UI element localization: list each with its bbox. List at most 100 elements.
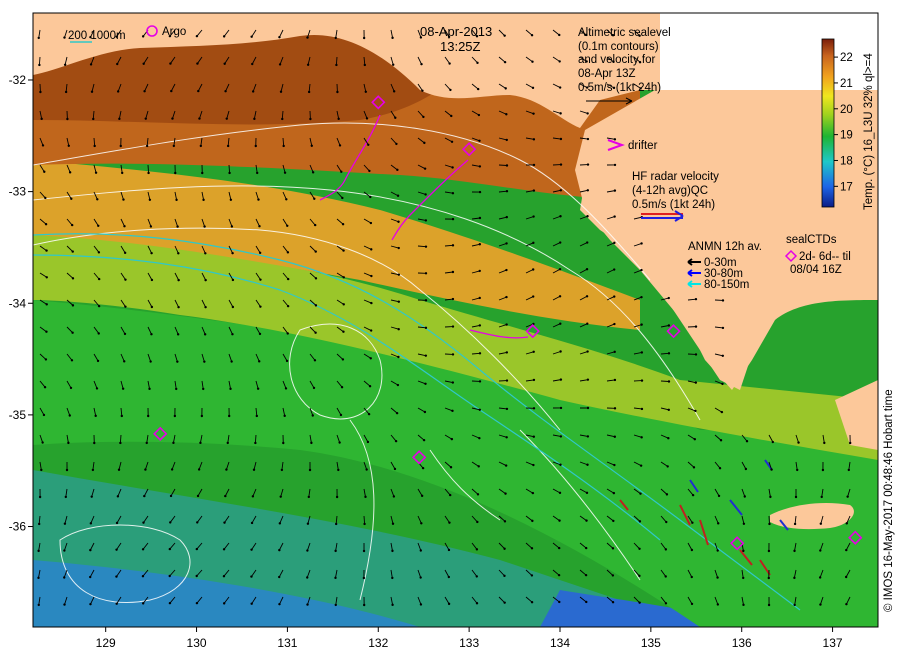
velocity-arrow-head [845, 549, 847, 551]
velocity-arrow-head [558, 60, 560, 62]
velocity-arrow-head [68, 145, 70, 147]
velocity-arrow-head [278, 603, 280, 605]
velocity-arrow-head [45, 249, 47, 251]
velocity-arrow-head [424, 383, 426, 385]
x-tick-label: 134 [550, 636, 570, 650]
velocity-arrow-head [452, 271, 454, 273]
velocity-arrow-head [797, 441, 799, 443]
velocity-arrow-head [558, 34, 560, 36]
velocity-arrow-head [228, 415, 230, 417]
velocity-arrow-head [285, 198, 287, 200]
velocity-arrow-head [284, 172, 286, 174]
velocity-arrow-head [560, 163, 562, 165]
velocity-arrow-head [533, 189, 535, 191]
velocity-arrow-head [124, 252, 126, 254]
velocity-arrow-head [396, 169, 398, 171]
velocity-arrow-head [768, 604, 770, 606]
velocity-arrow-head [253, 469, 255, 471]
velocity-arrow-head [722, 299, 724, 301]
velocity-arrow-head [175, 199, 177, 201]
velocity-arrow-head [793, 550, 795, 552]
velocity-arrow-head [559, 323, 561, 325]
sealctd-line3: 08/04 16Z [790, 264, 842, 276]
velocity-arrow-head [314, 359, 316, 361]
velocity-arrow-head [479, 352, 481, 354]
velocity-arrow-head [717, 549, 719, 551]
velocity-arrow-head [250, 36, 252, 38]
velocity-arrow-head [560, 138, 562, 140]
velocity-arrow-head [665, 602, 667, 604]
velocity-arrow-head [691, 603, 693, 605]
velocity-arrow-head [478, 465, 480, 467]
velocity-arrow-head [612, 520, 614, 522]
velocity-arrow-head [845, 603, 847, 605]
velocity-arrow-head [310, 442, 312, 444]
velocity-arrow-head [69, 171, 71, 173]
velocity-arrow-head [422, 116, 424, 118]
velocity-arrow-head [124, 305, 126, 307]
velocity-arrow-head [118, 118, 120, 120]
velocity-arrow-head [448, 549, 450, 551]
velocity-arrow-head [44, 386, 46, 388]
velocity-arrow-head [363, 577, 365, 579]
velocity-arrow-head [250, 575, 252, 577]
velocity-arrow-head [70, 387, 72, 389]
velocity-arrow-head [560, 407, 562, 409]
velocity-arrow-head [334, 550, 336, 552]
velocity-arrow-head [148, 388, 150, 390]
velocity-arrow-head [667, 437, 669, 439]
velocity-arrow-head [282, 145, 284, 147]
velocity-arrow-head [503, 548, 505, 550]
velocity-arrow-head [640, 296, 642, 298]
velocity-arrow-head [67, 442, 69, 444]
velocity-arrow-head [585, 547, 587, 549]
velocity-arrow-head [613, 215, 615, 217]
velocity-arrow-head [72, 277, 74, 279]
velocity-arrow-head [822, 469, 824, 471]
velocity-arrow-head [587, 435, 589, 437]
velocity-arrow-head [693, 466, 695, 468]
x-axis: 129130131132133134135136137 [96, 627, 843, 650]
velocity-arrow-head [448, 521, 450, 523]
velocity-arrow-head [479, 324, 481, 326]
velocity-arrow-head [202, 388, 204, 390]
velocity-arrow-head [586, 492, 588, 494]
velocity-arrow-head [259, 252, 261, 254]
velocity-arrow-head [177, 279, 179, 281]
anmn-title: ANMN 12h av. [688, 241, 762, 253]
velocity-arrow-head [169, 575, 171, 577]
velocity-arrow-head [173, 145, 175, 147]
colorbar-tick-label: 21 [840, 78, 853, 90]
velocity-arrow-head [533, 164, 535, 166]
x-tick-label: 132 [368, 636, 388, 650]
velocity-arrow-head [694, 410, 696, 412]
velocity-arrow-head [363, 604, 365, 606]
velocity-arrow-head [342, 223, 344, 225]
x-tick-label: 130 [187, 636, 207, 650]
velocity-arrow-head [147, 415, 149, 417]
velocity-arrow-head [531, 574, 533, 576]
velocity-arrow-head [477, 493, 479, 495]
velocity-arrow-head [146, 442, 148, 444]
velocity-arrow-head [719, 467, 721, 469]
velocity-arrow-head [287, 251, 289, 253]
map-canvas: 129130131132133134135136137 -32-33-34-35… [0, 0, 900, 660]
velocity-arrow-head [391, 577, 393, 579]
velocity-arrow-head [695, 353, 697, 355]
velocity-arrow-head [150, 225, 152, 227]
velocity-arrow-head [368, 413, 370, 415]
velocity-arrow-head [229, 388, 231, 390]
velocity-arrow-head [279, 522, 281, 524]
velocity-arrow-head [614, 436, 616, 438]
hf-line2: (4-12h avg)QC [632, 185, 708, 197]
velocity-arrow-head [96, 387, 98, 389]
velocity-arrow-head [479, 409, 481, 411]
velocity-arrow-head [70, 198, 72, 200]
x-tick-label: 129 [96, 636, 116, 650]
velocity-arrow-head [640, 323, 642, 325]
velocity-arrow-head [259, 278, 261, 280]
velocity-arrow-head [231, 225, 233, 227]
velocity-arrow-head [39, 91, 41, 93]
velocity-arrow-head [394, 468, 396, 470]
velocity-arrow-head [253, 118, 255, 120]
